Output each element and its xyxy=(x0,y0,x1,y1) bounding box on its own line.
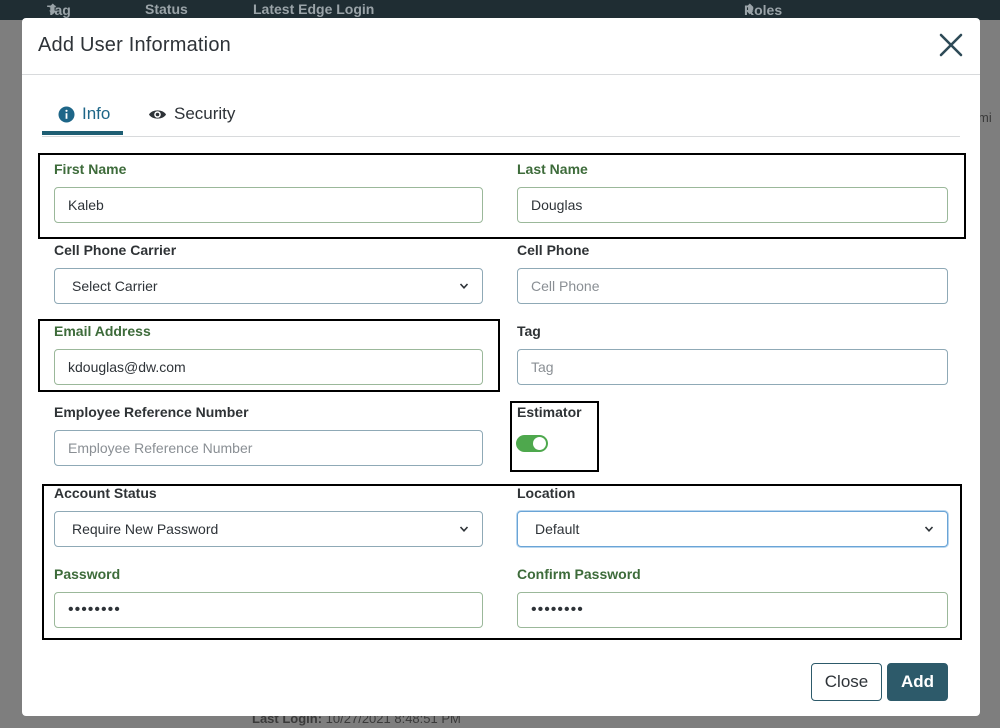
info-circle-icon xyxy=(58,106,75,122)
location-select[interactable]: Default xyxy=(517,511,948,547)
email-input[interactable]: kdouglas@dw.com xyxy=(54,349,483,385)
tag-label: Tag xyxy=(517,323,541,339)
column-header-latest-edge-login: Latest Edge Login xyxy=(253,1,375,17)
background-table-header: Tag ⬍ Status Latest Edge Login Roles ⬍ xyxy=(0,0,1000,20)
cell-phone-label: Cell Phone xyxy=(517,242,590,258)
last-name-input[interactable]: Douglas xyxy=(517,187,948,223)
column-header-status: Status xyxy=(145,1,188,17)
background-cell-text: mi xyxy=(978,110,992,125)
password-value: •••••••• xyxy=(68,601,121,618)
chevron-down-icon xyxy=(459,283,469,289)
cell-phone-carrier-select[interactable]: Select Carrier xyxy=(54,268,483,304)
eye-icon xyxy=(149,109,166,119)
tabs-divider xyxy=(42,136,960,137)
account-status-label: Account Status xyxy=(54,485,157,501)
employee-reference-label: Employee Reference Number xyxy=(54,404,249,420)
cell-phone-carrier-label: Cell Phone Carrier xyxy=(54,242,177,258)
tab-info-label: Info xyxy=(82,104,111,123)
modal-title: Add User Information xyxy=(38,34,231,56)
location-selected: Default xyxy=(535,521,580,537)
add-user-modal: Add User Information Info Security First… xyxy=(22,18,980,716)
tab-security[interactable]: Security xyxy=(148,104,235,124)
estimator-toggle[interactable] xyxy=(516,435,548,452)
employee-reference-input[interactable]: Employee Reference Number xyxy=(54,430,483,466)
last-name-label: Last Name xyxy=(517,161,588,177)
cell-phone-input[interactable]: Cell Phone xyxy=(517,268,948,304)
password-label: Password xyxy=(54,566,121,582)
header-divider xyxy=(22,74,980,75)
chevron-down-icon xyxy=(459,526,469,532)
first-name-input[interactable]: Kaleb xyxy=(54,187,483,223)
email-label: Email Address xyxy=(54,323,151,339)
password-input[interactable]: •••••••• xyxy=(54,592,483,628)
confirm-password-value: •••••••• xyxy=(531,601,584,618)
confirm-password-input[interactable]: •••••••• xyxy=(517,592,948,628)
account-status-select[interactable]: Require New Password xyxy=(54,511,483,547)
close-button[interactable]: Close xyxy=(811,663,882,701)
close-icon[interactable] xyxy=(936,30,966,60)
location-label: Location xyxy=(517,485,576,501)
tag-input[interactable]: Tag xyxy=(517,349,948,385)
estimator-label: Estimator xyxy=(517,404,582,420)
active-tab-indicator xyxy=(42,131,123,135)
add-button[interactable]: Add xyxy=(887,663,948,701)
column-header-tag: Tag ⬍ xyxy=(47,1,71,18)
account-status-selected: Require New Password xyxy=(72,521,219,537)
chevron-down-icon xyxy=(924,526,934,532)
toggle-knob xyxy=(533,437,546,450)
cell-phone-carrier-selected: Select Carrier xyxy=(72,278,158,294)
tab-info[interactable]: Info xyxy=(58,104,110,124)
first-name-label: First Name xyxy=(54,161,127,177)
tab-security-label: Security xyxy=(174,104,236,123)
confirm-password-label: Confirm Password xyxy=(517,566,641,582)
column-header-roles: Roles ⬍ xyxy=(744,1,783,18)
